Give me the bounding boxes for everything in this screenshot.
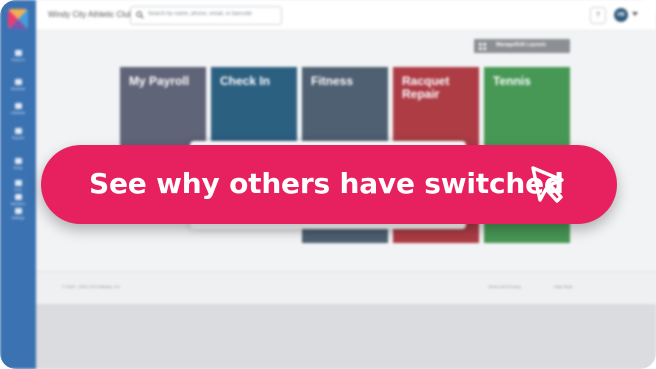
cursor-icon: [531, 166, 564, 203]
cta-label: See why others have switched: [89, 167, 564, 200]
screenshot-frame: Check In Schedule Childcare Reports Setu…: [0, 0, 656, 369]
cta-button[interactable]: See why others have switched: [41, 145, 617, 224]
